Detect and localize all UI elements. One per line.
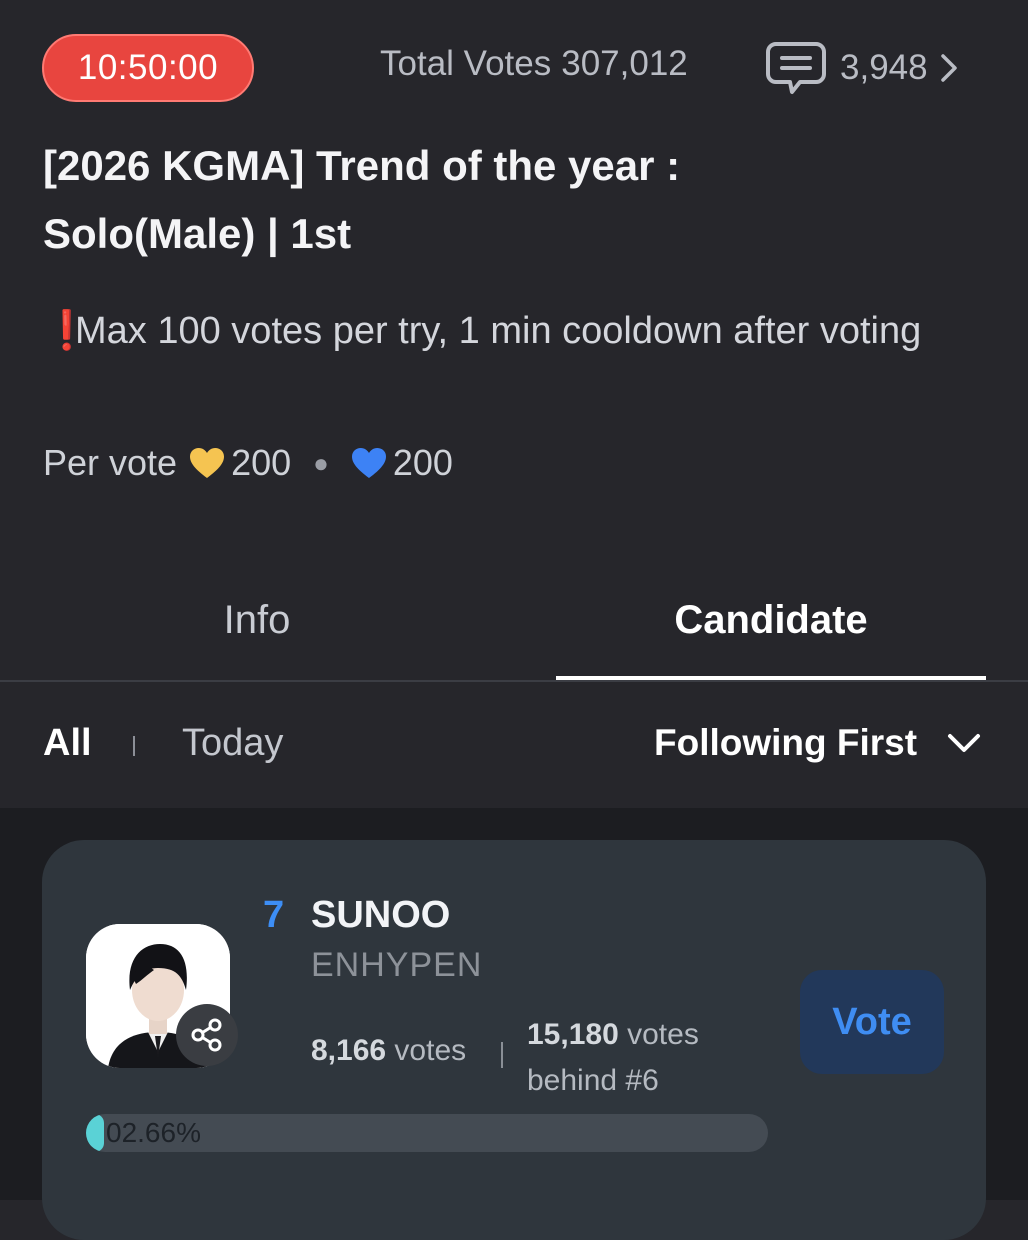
total-votes-value: 307,012: [561, 44, 688, 83]
votes-behind: 15,180 votes behind #6: [527, 1012, 699, 1104]
filter-bar: All Today Following First: [0, 700, 1028, 796]
behind-rank: behind #6: [527, 1064, 659, 1097]
filter-today[interactable]: Today: [182, 722, 283, 765]
separator-dot: ●: [313, 447, 329, 478]
gold-cost: 200: [231, 442, 292, 483]
vote-share-percent: 02.66%: [106, 1117, 201, 1148]
filter-all[interactable]: All: [43, 722, 92, 765]
votes-count: 8,166: [311, 1034, 387, 1067]
tab-candidate[interactable]: Candidate: [556, 560, 986, 680]
chevron-right-icon: [940, 54, 957, 82]
filter-separator: [133, 736, 135, 756]
exclamation-icon: ❗: [43, 310, 91, 352]
title-line-2: Solo(Male) | 1st: [43, 210, 352, 257]
behind-unit: votes: [627, 1018, 699, 1051]
blue-cost: 200: [392, 442, 453, 483]
notice-text: Max 100 votes per try, 1 min cooldown af…: [75, 310, 922, 352]
candidate-rank: 7: [263, 894, 285, 936]
sort-dropdown[interactable]: Following First: [654, 722, 981, 764]
per-vote-cost: Per vote 200 ● 200: [43, 442, 453, 484]
votes-separator: [501, 1042, 503, 1068]
share-icon: [191, 1018, 222, 1052]
total-votes-label: Total Votes: [380, 44, 552, 83]
per-vote-label: Per vote: [43, 442, 178, 483]
sort-label: Following First: [654, 722, 918, 763]
total-votes: Total Votes 307,012: [380, 44, 688, 84]
page-title: [2026 KGMA] Trend of the year : Solo(Mal…: [43, 132, 943, 268]
candidate-group: ENHYPEN: [311, 946, 483, 984]
share-button[interactable]: [176, 1004, 238, 1066]
gold-heart-icon: [189, 447, 225, 479]
vote-share-bar: 02.66%: [86, 1114, 768, 1152]
comments-button[interactable]: 3,948: [766, 38, 972, 98]
tab-bar: Info Candidate: [0, 560, 1028, 682]
vote-button[interactable]: Vote: [800, 970, 944, 1074]
vote-share-fill: [86, 1114, 105, 1152]
blue-heart-icon: [351, 447, 387, 479]
comment-count: 3,948: [840, 48, 928, 87]
vote-notice: ❗ Max 100 votes per try, 1 min cooldown …: [43, 300, 963, 362]
votes-unit: votes: [394, 1034, 467, 1067]
chevron-down-icon: [948, 734, 981, 752]
divider: [0, 680, 1028, 682]
title-line-1: [2026 KGMA] Trend of the year :: [43, 142, 681, 189]
behind-count: 15,180: [527, 1018, 619, 1051]
candidate-votes: 8,166 votes: [311, 1034, 466, 1068]
event-header: 10:50:00 Total Votes 307,012 3,948 [2026 …: [0, 0, 1028, 808]
countdown-timer: 10:50:00: [42, 34, 254, 102]
candidate-name: SUNOO: [311, 894, 451, 936]
tab-info[interactable]: Info: [0, 560, 514, 680]
comment-icon: [766, 42, 826, 94]
